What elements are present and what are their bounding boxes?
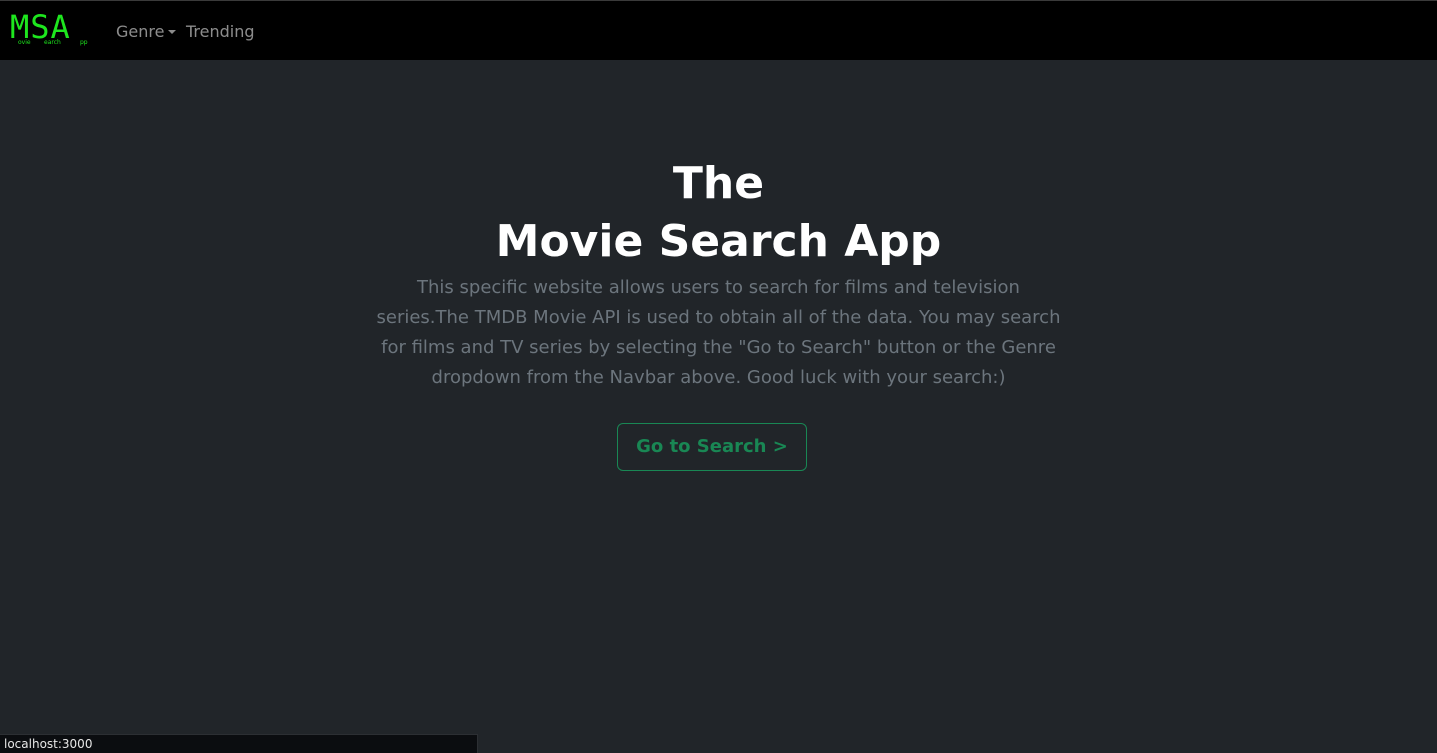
browser-status-bar: localhost:3000 (0, 734, 478, 753)
hero-description: This specific website allows users to se… (376, 277, 1061, 388)
page-title-line-2: Movie Search App (495, 216, 942, 267)
brand-logo-subtext-app: pp (80, 39, 88, 46)
brand-logo[interactable]: MSA ovie earch pp (10, 8, 94, 51)
page-title-line-1: The (672, 158, 765, 209)
brand-logo-subtext-search: earch (44, 39, 61, 46)
brand-logo-subtext-movie: ovie (18, 39, 31, 46)
navbar: MSA ovie earch pp Genre Trending (0, 0, 1437, 60)
go-to-search-button[interactable]: Go to Search > (617, 423, 807, 471)
caret-down-icon (168, 30, 177, 34)
status-url: localhost:3000 (4, 737, 93, 751)
nav-genre-label: Genre (116, 22, 165, 41)
nav-genre-dropdown[interactable]: Genre (116, 21, 177, 43)
page-title: The Movie Search App (0, 155, 1437, 271)
nav-trending-label: Trending (186, 22, 255, 41)
nav-trending-link[interactable]: Trending (186, 21, 255, 43)
hero-section: The Movie Search App This specific websi… (0, 155, 1437, 393)
